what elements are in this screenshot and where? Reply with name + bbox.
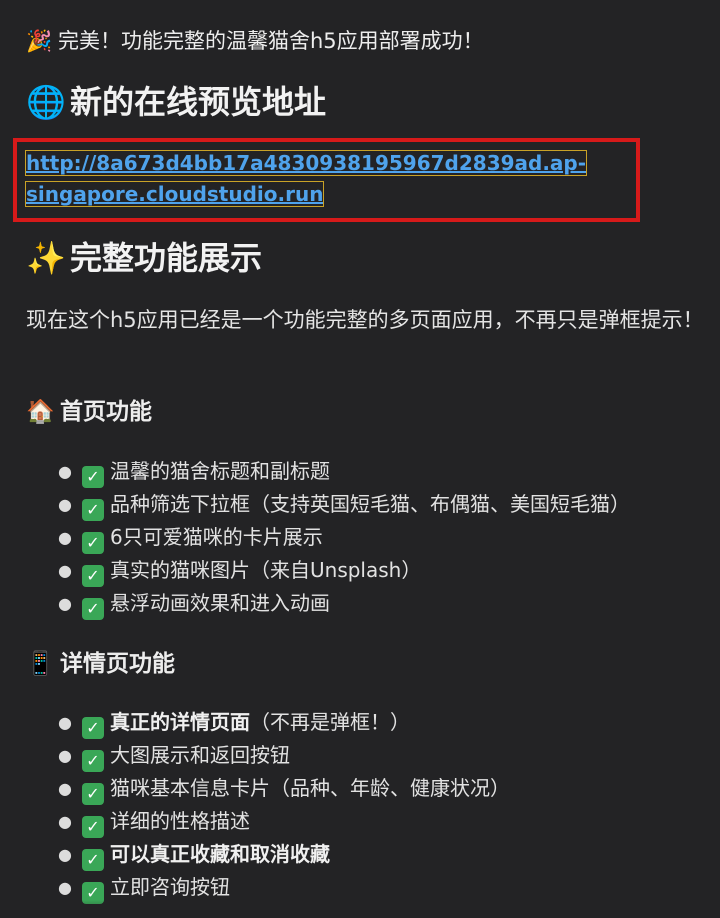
- list-item-text: 立即咨询按钮: [110, 875, 230, 899]
- list-item-text: 真实的猫咪图片（来自Unsplash）: [110, 558, 422, 582]
- check-mark-icon: ✓: [82, 717, 104, 739]
- party-popper-icon: 🎉: [26, 29, 53, 53]
- list-item: ● ✓ 可以真正收藏和取消收藏: [58, 842, 330, 871]
- list-item-text: 详细的性格描述: [110, 809, 250, 833]
- list-item-suffix: （不再是弹框！）: [250, 710, 410, 734]
- detail-heading-text: 详情页功能: [60, 651, 175, 677]
- scroll-fade: [0, 900, 720, 918]
- list-item: ● ✓ 6只可爱猫咪的卡片展示: [58, 525, 323, 554]
- check-mark-icon: ✓: [82, 565, 104, 587]
- list-item-text: 大图展示和返回按钮: [110, 743, 290, 767]
- list-item-text: 可以真正收藏和取消收藏: [110, 842, 330, 866]
- preview-url-link[interactable]: http://8a673d4bb17a4830938195967d2839ad.…: [24, 148, 626, 210]
- list-item: ● ✓ 品种筛选下拉框（支持英国短毛猫、布偶猫、美国短毛猫）: [58, 492, 630, 521]
- house-icon: 🏠: [26, 399, 55, 425]
- preview-heading: 🌐 新的在线预览地址: [26, 80, 326, 124]
- features-heading-text: 完整功能展示: [70, 239, 263, 277]
- list-item-text: 6只可爱猫咪的卡片展示: [110, 525, 323, 549]
- list-item-text: 悬浮动画效果和进入动画: [110, 591, 330, 615]
- preview-heading-text: 新的在线预览地址: [70, 83, 327, 121]
- check-mark-icon: ✓: [82, 532, 104, 554]
- check-mark-icon: ✓: [82, 598, 104, 620]
- home-heading-text: 首页功能: [60, 399, 152, 425]
- success-banner: 🎉 完美！功能完整的温馨猫舍h5应用部署成功！: [26, 26, 484, 56]
- features-heading: ✨ 完整功能展示: [26, 236, 262, 280]
- check-mark-icon: ✓: [82, 783, 104, 805]
- check-mark-icon: ✓: [82, 499, 104, 521]
- sparkles-icon: ✨: [26, 239, 66, 277]
- list-item: ● ✓ 猫咪基本信息卡片（品种、年龄、健康状况）: [58, 776, 510, 805]
- check-mark-icon: ✓: [82, 750, 104, 772]
- home-heading: 🏠 首页功能: [26, 396, 152, 428]
- chat-message: 🎉 完美！功能完整的温馨猫舍h5应用部署成功！ 🌐 新的在线预览地址 http://…: [0, 0, 720, 918]
- list-item-text: 品种筛选下拉框（支持英国短毛猫、布偶猫、美国短毛猫）: [110, 492, 630, 516]
- banner-text: 完美！功能完整的温馨猫舍h5应用部署成功！: [58, 29, 484, 53]
- check-mark-icon: ✓: [82, 466, 104, 488]
- check-mark-icon: ✓: [82, 849, 104, 871]
- preview-url-line-2: singapore.cloudstudio.run: [24, 181, 325, 207]
- globe-icon: 🌐: [26, 83, 66, 121]
- list-item: ● ✓ 大图展示和返回按钮: [58, 743, 290, 772]
- list-item-text: 猫咪基本信息卡片（品种、年龄、健康状况）: [110, 776, 510, 800]
- list-item: ● ✓ 真实的猫咪图片（来自Unsplash）: [58, 558, 422, 587]
- list-item-text: 温馨的猫舍标题和副标题: [110, 459, 330, 483]
- features-intro: 现在这个h5应用已经是一个功能完整的多页面应用，不再只是弹框提示！: [26, 308, 704, 332]
- list-item: ● ✓ 真正的详情页面（不再是弹框！）: [58, 710, 410, 739]
- list-item: ● ✓ 温馨的猫舍标题和副标题: [58, 459, 330, 488]
- list-item: ● ✓ 悬浮动画效果和进入动画: [58, 591, 330, 620]
- list-item-text: 真正的详情页面: [110, 710, 250, 734]
- preview-url-line-1: http://8a673d4bb17a4830938195967d2839ad.…: [24, 150, 588, 176]
- detail-feature-list: ● ✓ 真正的详情页面（不再是弹框！） ● ✓ 大图展示和返回按钮 ● ✓ 猫咪基本信息卡片…: [58, 706, 510, 904]
- mobile-phone-icon: 📱: [26, 651, 55, 677]
- home-feature-list: ● ✓ 温馨的猫舍标题和副标题 ● ✓ 品种筛选下拉框（支持英国短毛猫、布偶猫、美国短毛…: [58, 455, 630, 620]
- check-mark-icon: ✓: [82, 816, 104, 838]
- list-item: ● ✓ 详细的性格描述: [58, 809, 250, 838]
- detail-heading: 📱 详情页功能: [26, 648, 175, 680]
